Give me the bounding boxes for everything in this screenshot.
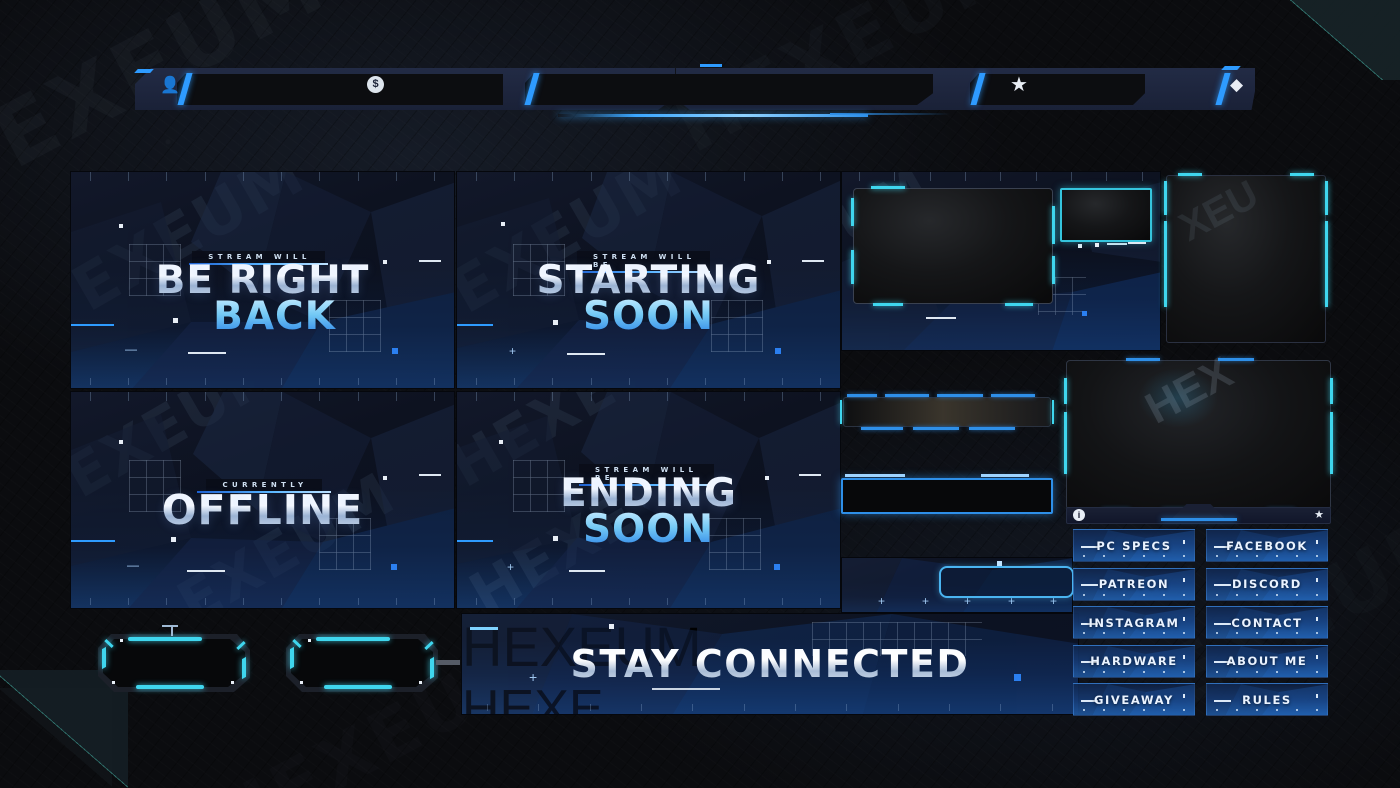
plus-marker: — xyxy=(127,558,139,572)
scene-title-line2: SOON xyxy=(457,297,840,336)
panel-button-label: INSTAGRAM xyxy=(1088,615,1180,630)
button-tick-marker xyxy=(1183,655,1185,660)
stay-connected-banner[interactable]: HEXEUM HEXE + STAY CONNECTED xyxy=(461,613,1079,715)
banner-underline xyxy=(652,688,720,690)
button-tick-marker xyxy=(1316,693,1318,698)
scene-title-line2: SOON xyxy=(457,510,840,549)
panel-button-hardware[interactable]: HARDWARE xyxy=(1073,644,1195,678)
scene-title-line1: OFFLINE xyxy=(71,489,454,530)
button-dot-row xyxy=(1207,555,1327,557)
rounded-label-overlay[interactable] xyxy=(939,561,1074,598)
overlay-pack-preview: EXEUM HEXEUM EXEUM HEXEUM 👤 $ ★ ◆ EXEU xyxy=(0,0,1400,788)
panel-button-facebook[interactable]: FACEBOOK xyxy=(1206,529,1328,562)
webcam-frame-small[interactable] xyxy=(1060,188,1152,242)
diamond-icon: ◆ xyxy=(1230,75,1244,94)
vertical-screen-frame[interactable]: XEU xyxy=(1164,172,1328,343)
hex-webcam-frame-right[interactable] xyxy=(286,634,460,692)
panel-button-patreon[interactable]: PATREON xyxy=(1073,567,1195,601)
label-bar-overlay[interactable]: i ★ xyxy=(1066,504,1331,524)
star-icon: ★ xyxy=(1010,74,1028,96)
panel-button-about-me[interactable]: ABOUT ME xyxy=(1206,644,1328,678)
stream-ticker-bar[interactable]: 👤 $ ★ ◆ xyxy=(130,64,1255,122)
button-tick-marker xyxy=(1183,693,1185,698)
chat-bar-overlay[interactable] xyxy=(841,474,1053,514)
panel-button-pc-specs[interactable]: PC SPECS xyxy=(1073,529,1195,562)
button-tick-marker xyxy=(1316,578,1318,583)
scene-be-right-back[interactable]: EXEUM — STREAM WILL BE RIGHT BACK xyxy=(70,171,455,389)
panel-button-label: DISCORD xyxy=(1232,577,1302,591)
panel-button-contact[interactable]: CONTACT xyxy=(1206,606,1328,639)
panel-button-label: ABOUT ME xyxy=(1226,654,1308,668)
button-tick-marker xyxy=(1183,578,1185,583)
button-dash-marker xyxy=(1081,584,1098,586)
button-dot-row xyxy=(1207,632,1327,634)
alert-bar-overlay[interactable] xyxy=(840,394,1054,430)
panel-button-label: FACEBOOK xyxy=(1226,538,1308,553)
button-dot-row xyxy=(1074,709,1194,711)
panel-button-label: RULES xyxy=(1242,692,1292,707)
panel-button-label: GIVEAWAY xyxy=(1094,692,1174,707)
plus-marker: + xyxy=(507,560,515,574)
corner-fill-bottom-left xyxy=(0,688,112,788)
button-tick-marker xyxy=(1183,539,1185,544)
scene-starting-soon[interactable]: EXEUM + STREAM WILL BE STARTING SOON xyxy=(456,171,841,389)
button-dot-row xyxy=(1074,593,1194,596)
panel-button-discord[interactable]: DISCORD xyxy=(1206,567,1328,601)
scene-offline[interactable]: EXEUM EXEUM — CURRENTLY OFFLINE xyxy=(70,391,455,609)
button-dash-marker xyxy=(1214,584,1231,586)
button-dot-row xyxy=(1207,670,1327,673)
panel-button-rules[interactable]: RULES xyxy=(1206,683,1328,716)
dot-marker xyxy=(1095,243,1099,247)
button-dot-row xyxy=(1074,632,1194,634)
plus-marker: + xyxy=(922,594,930,608)
button-tick-marker xyxy=(1316,655,1318,660)
button-tick-marker xyxy=(1316,616,1318,621)
panel-button-label: CONTACT xyxy=(1231,615,1303,630)
facecam-frame[interactable]: HEX xyxy=(1064,348,1333,512)
button-dash-marker xyxy=(1214,622,1231,625)
scene-title-line2: BACK xyxy=(95,297,454,336)
plus-marker: + xyxy=(529,669,538,685)
scene-ending-soon[interactable]: HEXE HEXE + STREAM WILL BE ENDING SOON xyxy=(456,391,841,609)
button-dash-marker xyxy=(1214,699,1231,702)
button-dot-row xyxy=(1207,709,1327,711)
banner-title: STAY CONNECTED xyxy=(570,642,970,686)
panel-button-giveaway[interactable]: GIVEAWAY xyxy=(1073,683,1195,716)
button-dot-row xyxy=(1074,555,1194,557)
button-dot-row xyxy=(1074,670,1194,673)
hex-webcam-frame-left[interactable] xyxy=(98,625,250,692)
panel-button-label: PATREON xyxy=(1098,577,1170,591)
panel-button-grid: PC SPECS FACEBOOK PATREON DISCORD INSTAGRAM C… xyxy=(1073,529,1328,716)
plus-marker: + xyxy=(878,594,886,608)
star-icon: ★ xyxy=(1314,509,1324,521)
panel-button-label: HARDWARE xyxy=(1090,654,1178,668)
info-icon: i xyxy=(1073,509,1085,521)
panel-button-instagram[interactable]: INSTAGRAM xyxy=(1073,606,1195,639)
plus-marker: + xyxy=(509,344,517,358)
person-icon: 👤 xyxy=(160,77,180,94)
button-tick-marker xyxy=(1183,616,1185,621)
dash-marker xyxy=(1128,242,1146,244)
corner-accent-top-right xyxy=(1267,0,1400,80)
panel-button-label: PC SPECS xyxy=(1096,538,1172,553)
dollar-coin-icon: $ xyxy=(367,76,384,93)
webcam-frame-large[interactable] xyxy=(851,186,1055,306)
plus-marker: — xyxy=(125,342,137,356)
button-tick-marker xyxy=(1316,539,1318,544)
button-dot-row xyxy=(1207,593,1327,596)
